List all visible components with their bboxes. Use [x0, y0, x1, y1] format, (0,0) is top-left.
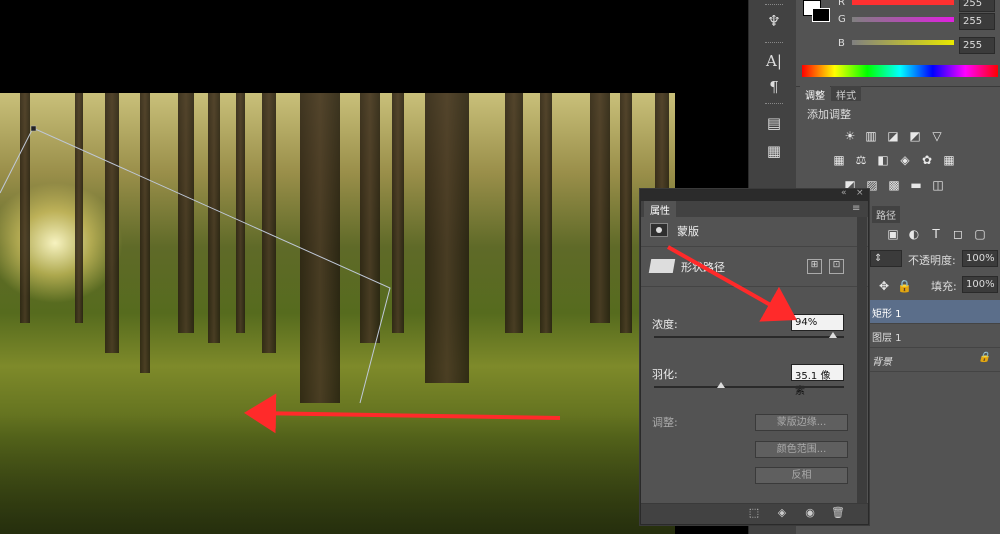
selective-color-icon[interactable]: ◫: [931, 178, 945, 192]
levels-icon[interactable]: ▥: [864, 129, 878, 143]
add-adjustment-title: 添加调整: [807, 108, 851, 121]
lock-all-icon[interactable]: 🔒: [897, 279, 912, 293]
panel-scrollbar[interactable]: [857, 217, 867, 505]
color-lookup-icon[interactable]: ▦: [942, 153, 956, 167]
paragraph-icon[interactable]: ¶: [763, 76, 785, 98]
density-field[interactable]: 94%: [791, 314, 844, 331]
b-label: B: [838, 38, 845, 49]
density-label: 浓度:: [652, 318, 678, 331]
fill-label: 填充:: [931, 280, 957, 293]
opacity-field[interactable]: 100%: [962, 250, 998, 267]
panel-menu-icon[interactable]: ≡: [852, 203, 860, 214]
feather-label: 羽化:: [652, 368, 678, 381]
layer-name: 背景: [872, 357, 892, 368]
g-value-field[interactable]: 255: [959, 13, 995, 30]
vector-mask-icon[interactable]: [648, 259, 676, 273]
image-filter-icon[interactable]: ▣: [886, 227, 900, 241]
collapse-icon[interactable]: «: [841, 188, 847, 198]
fill-field[interactable]: 100%: [962, 276, 998, 293]
type-filter-icon[interactable]: T: [929, 227, 943, 241]
background-color-swatch[interactable]: [812, 8, 830, 22]
shape-path-label: 形状路径: [681, 261, 725, 274]
r-value-field[interactable]: 255: [959, 0, 995, 12]
pixel-mask-icon[interactable]: [650, 223, 668, 237]
trash-icon[interactable]: 🗑: [831, 506, 845, 520]
shape-path-outline: [0, 125, 391, 404]
mask-edge-button[interactable]: 蒙版边缘...: [755, 414, 848, 431]
brightness-icon[interactable]: ☀: [843, 129, 857, 143]
feather-slider[interactable]: [654, 386, 844, 388]
selection-icon[interactable]: ⬚: [747, 506, 761, 520]
exposure-icon[interactable]: ◩: [908, 129, 922, 143]
vector-mask-select-icon[interactable]: ⊡: [829, 259, 844, 274]
tab-adjustments[interactable]: 调整: [800, 86, 830, 102]
close-icon[interactable]: ×: [856, 188, 864, 198]
tab-paths[interactable]: 路径: [872, 206, 900, 223]
color-range-button[interactable]: 颜色范围...: [755, 441, 848, 458]
color-balance-icon[interactable]: ⚖: [854, 153, 868, 167]
layer-row-rect1[interactable]: 矩形 1: [868, 300, 1000, 324]
layer-row-layer1[interactable]: 图层 1: [868, 324, 1000, 348]
blend-mode-select[interactable]: ⇕: [870, 250, 902, 267]
black-white-icon[interactable]: ◧: [876, 153, 890, 167]
panel-title-bar[interactable]: « ×: [641, 188, 868, 201]
b-slider[interactable]: [852, 40, 954, 45]
color-spectrum-bar[interactable]: [802, 65, 998, 77]
layer-name: 矩形 1: [872, 309, 902, 320]
g-slider[interactable]: [852, 17, 954, 22]
add-mask-icon[interactable]: ⊞: [807, 259, 822, 274]
density-slider-knob[interactable]: [828, 332, 837, 338]
lock-position-icon[interactable]: ✥: [877, 279, 891, 293]
density-slider[interactable]: [654, 336, 844, 338]
layer-row-background[interactable]: 背景 🔒: [868, 348, 1000, 372]
shape-filter-icon[interactable]: ◻: [951, 227, 965, 241]
gradient-map-icon[interactable]: ▬: [909, 178, 923, 192]
curves-icon[interactable]: ◪: [886, 129, 900, 143]
layer-name: 图层 1: [872, 333, 902, 344]
channel-mixer-icon[interactable]: ✿: [920, 153, 934, 167]
brush-settings-icon[interactable]: ♆: [763, 10, 785, 32]
vibrance-icon[interactable]: ▦: [832, 153, 846, 167]
b-value-field[interactable]: 255: [959, 37, 995, 54]
notes-icon[interactable]: ▤: [763, 112, 785, 134]
threshold-icon[interactable]: ▩: [887, 178, 901, 192]
photo-filter-icon[interactable]: ◈: [898, 153, 912, 167]
clipboard-icon[interactable]: ▦: [763, 140, 785, 162]
adjustment-filter-icon[interactable]: ◐: [907, 227, 921, 241]
adjust-label: 调整:: [652, 416, 678, 429]
r-slider[interactable]: [852, 0, 954, 5]
mask-label: 蒙版: [677, 225, 699, 238]
character-icon[interactable]: A|: [763, 50, 785, 72]
tab-styles[interactable]: 样式: [831, 86, 861, 102]
eye-icon[interactable]: ◉: [803, 506, 817, 520]
tab-properties[interactable]: 属性: [644, 201, 676, 217]
invert-button[interactable]: 反相: [755, 467, 848, 484]
gradient-triangle-icon[interactable]: ▽: [930, 129, 944, 143]
r-label: R: [838, 0, 845, 8]
g-label: G: [838, 14, 846, 25]
smart-object-filter-icon[interactable]: ▢: [973, 227, 987, 241]
document-canvas[interactable]: [0, 0, 748, 534]
feather-field[interactable]: 35.1 像素: [791, 364, 844, 397]
feather-slider-knob[interactable]: [716, 382, 725, 388]
lock-icon: 🔒: [978, 352, 991, 363]
properties-panel: « × 属性 ≡ 蒙版 形状路径 ⊞ ⊡ 浓度: 94% 羽化: 35.1 像素…: [640, 188, 869, 525]
apply-mask-icon[interactable]: ◈: [775, 506, 789, 520]
opacity-label: 不透明度:: [908, 254, 956, 267]
